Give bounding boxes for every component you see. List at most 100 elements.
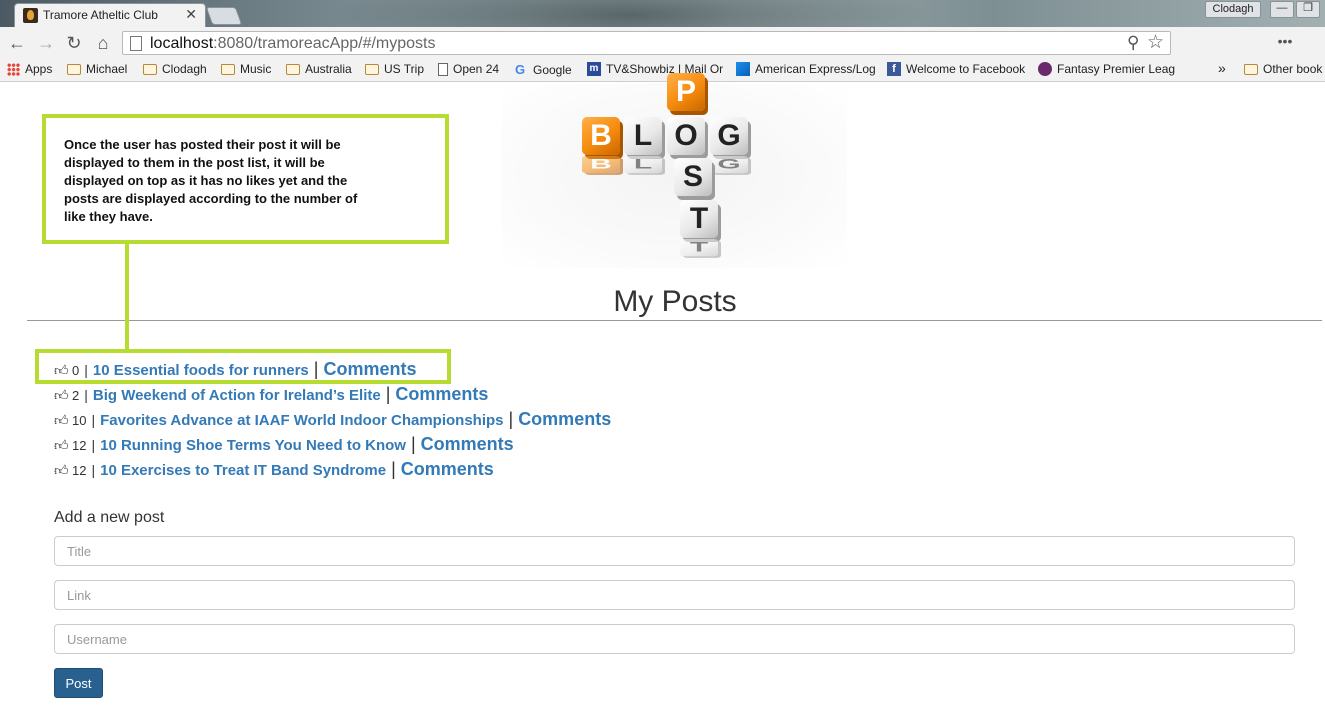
bookmark-clodagh[interactable]: Clodagh xyxy=(143,62,207,76)
bookmark-us-trip[interactable]: US Trip xyxy=(365,62,424,76)
separator: | xyxy=(391,459,396,479)
annotation-highlight xyxy=(35,349,451,384)
bookmark-label: Fantasy Premier Leag xyxy=(1057,62,1176,76)
page-title: My Posts xyxy=(613,285,737,318)
title-divider xyxy=(27,320,1322,321)
post-row: 👍︎ 12 | 10 Exercises to Treat IT Band Sy… xyxy=(54,459,494,480)
comments-link[interactable]: Comments xyxy=(518,409,611,430)
separator: | xyxy=(410,434,416,454)
home-icon[interactable]: ⌂ xyxy=(92,32,114,54)
profile-button[interactable]: Clodagh xyxy=(1205,1,1261,18)
thumbs-up-icon[interactable]: 👍︎ xyxy=(54,462,70,479)
logo-letter-reflection: T xyxy=(680,239,718,257)
more-bookmarks-icon[interactable]: » xyxy=(1218,60,1226,76)
thumbs-up-icon[interactable]: 👍︎ xyxy=(54,437,70,454)
site-favicon-icon xyxy=(23,8,38,23)
page-icon xyxy=(130,36,142,51)
browser-tab[interactable]: Tramore Atheltic Club ✕ xyxy=(14,3,206,27)
post-title-link[interactable]: Big Weekend of Action for Ireland’s Elit… xyxy=(93,387,381,404)
thumbs-up-icon[interactable]: 👍︎ xyxy=(54,387,70,404)
folder-icon xyxy=(67,63,81,75)
folder-icon xyxy=(365,63,379,75)
address-bar[interactable]: localhost:8080/tramoreacApp/#/myposts ⚲ … xyxy=(122,31,1171,55)
bookmark-label: US Trip xyxy=(384,62,425,76)
forward-icon[interactable]: → xyxy=(35,32,57,54)
bookmark-label: Clodagh xyxy=(162,62,207,76)
bookmark-music[interactable]: Music xyxy=(221,62,271,76)
bookmark-open-24[interactable]: Open 24 xyxy=(438,62,499,76)
add-post-heading: Add a new post xyxy=(54,509,165,526)
logo-letter-reflection: B xyxy=(582,156,620,174)
separator: | xyxy=(91,412,96,428)
browser-titlebar: Tramore Atheltic Club ✕ Clodagh — ❐ xyxy=(0,0,1325,27)
logo-letter-reflection: L xyxy=(624,156,662,174)
comments-link[interactable]: Comments xyxy=(421,434,514,455)
bookmark-label: Michael xyxy=(86,62,128,76)
bookmarks-bar: Apps Michael Clodagh Music Australia US … xyxy=(0,59,1325,82)
bookmark-fantasy-pl[interactable]: Fantasy Premier Leag xyxy=(1038,62,1175,76)
amex-icon xyxy=(736,62,750,76)
post-row: 👍︎ 2 | Big Weekend of Action for Ireland… xyxy=(54,384,488,405)
url-path: :8080/tramoreacApp/#/myposts xyxy=(213,35,436,52)
bookmark-google[interactable]: G Google xyxy=(515,62,572,77)
tab-title: Tramore Atheltic Club xyxy=(43,8,158,22)
annotation-callout: Once the user has posted their post it w… xyxy=(42,114,449,244)
title-input[interactable] xyxy=(54,536,1295,566)
post-title-link[interactable]: 10 Exercises to Treat IT Band Syndrome xyxy=(100,462,386,479)
page-icon xyxy=(438,62,448,76)
bookmark-star-icon[interactable]: ☆ xyxy=(1147,31,1164,54)
bookmark-label: TV&Showbiz | Mail Or xyxy=(606,62,724,76)
folder-icon xyxy=(1244,63,1258,75)
bookmark-label: Australia xyxy=(305,62,352,76)
logo-letter-reflection: G xyxy=(710,156,748,174)
separator: | xyxy=(508,409,514,429)
url-host: localhost xyxy=(150,35,214,52)
bookmark-australia[interactable]: Australia xyxy=(286,62,352,76)
more-icon[interactable]: ••• xyxy=(1274,30,1296,52)
mail-online-icon: m xyxy=(587,62,601,76)
bookmark-amex[interactable]: American Express/Log xyxy=(736,62,876,76)
folder-icon xyxy=(143,63,157,75)
post-title-link[interactable]: 10 Running Shoe Terms You Need to Know xyxy=(100,437,406,454)
separator: | xyxy=(91,462,96,478)
logo-letter: O xyxy=(667,117,705,155)
logo-letter: T xyxy=(680,200,718,238)
restore-icon[interactable]: ❐ xyxy=(1296,1,1320,18)
post-title-link[interactable]: Favorites Advance at IAAF World Indoor C… xyxy=(100,412,503,429)
logo-letter: G xyxy=(710,117,748,155)
comments-link[interactable]: Comments xyxy=(401,459,494,480)
like-count: 12 xyxy=(72,463,87,478)
bookmark-facebook[interactable]: f Welcome to Facebook xyxy=(887,62,1025,76)
comments-link[interactable]: Comments xyxy=(395,384,488,405)
bookmark-michael[interactable]: Michael xyxy=(67,62,127,76)
minimize-icon[interactable]: — xyxy=(1270,1,1294,18)
like-count: 2 xyxy=(72,388,80,403)
bookmark-label: Music xyxy=(240,62,272,76)
separator: | xyxy=(385,384,391,404)
premier-league-icon xyxy=(1038,62,1052,76)
folder-icon xyxy=(221,63,235,75)
reload-icon[interactable]: ↻ xyxy=(63,32,85,54)
separator: | xyxy=(84,387,88,403)
facebook-icon: f xyxy=(887,62,901,76)
bookmark-apps[interactable]: Apps xyxy=(7,62,52,76)
link-input[interactable] xyxy=(54,580,1295,610)
folder-icon xyxy=(286,63,300,75)
bookmark-label: Welcome to Facebook xyxy=(906,62,1026,76)
like-count: 12 xyxy=(72,438,87,453)
bookmark-label: Google xyxy=(533,62,572,77)
bookmark-label: Other book xyxy=(1263,62,1323,76)
post-row: 👍︎ 10 | Favorites Advance at IAAF World … xyxy=(54,409,611,430)
like-count: 10 xyxy=(72,413,87,428)
bookmark-label: Open 24 xyxy=(453,62,500,76)
bookmark-other[interactable]: Other book xyxy=(1244,62,1322,76)
new-tab-button[interactable] xyxy=(205,7,243,25)
zoom-icon[interactable]: ⚲ xyxy=(1127,33,1139,53)
url-text[interactable]: localhost:8080/tramoreacApp/#/myposts xyxy=(150,35,436,53)
back-icon[interactable]: ← xyxy=(6,32,28,54)
post-button[interactable]: Post xyxy=(54,668,103,698)
close-tab-icon[interactable]: ✕ xyxy=(185,6,197,23)
thumbs-up-icon[interactable]: 👍︎ xyxy=(54,412,70,429)
username-input[interactable] xyxy=(54,624,1295,654)
blog-post-logo: P B L O G B L G S T T xyxy=(502,73,847,268)
